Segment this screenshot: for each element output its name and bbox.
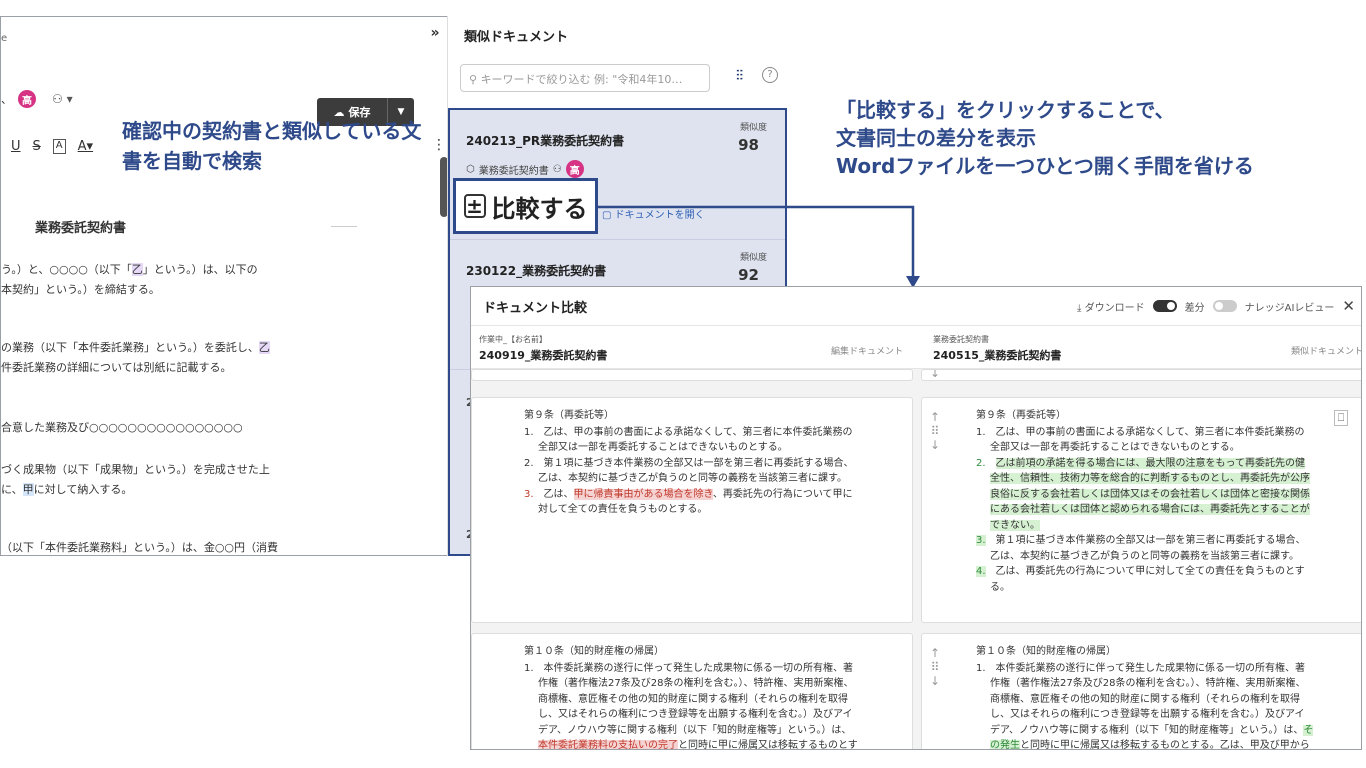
people-icon[interactable]: ⚇ ▾ [52, 92, 73, 106]
open-document-link[interactable]: ▢ ドキュメントを開く [602, 206, 705, 221]
filter-icon[interactable]: ⫶⫶ [736, 68, 743, 84]
search-placeholder: キーワードで絞り込む 例: "令和4年10… [480, 73, 683, 86]
right-doc-header: 業務委託契約書 240515_業務委託契約書 類似ドキュメント [933, 335, 1362, 362]
doc-line: 件委託業務の詳細については別紙に記載する。 [1, 361, 232, 374]
search-icon: ⚲ [469, 73, 481, 86]
compare-title: ドキュメント比較 [483, 301, 588, 316]
avatar: 高 [565, 160, 584, 178]
textbox-button[interactable]: A [52, 139, 66, 154]
avatar[interactable]: 高 [18, 90, 36, 108]
diff-label: 差分 [1184, 302, 1205, 314]
compare-header-actions: ⤓ ダウンロード 差分 ナレッジAIレビュー ✕ [1077, 297, 1355, 315]
search-input[interactable]: ⚲ キーワードで絞り込む 例: "令和4年10… [460, 64, 710, 92]
doc-line: （以下「本件委託業務料」という。）は、金○○円（消費 [1, 541, 279, 554]
similarity-label: 類似度 [739, 253, 767, 263]
doc-line: 本契約」という。）を締結する。 [1, 283, 160, 296]
doc-line: に、甲に対して納入する。 [1, 483, 133, 496]
right-pane-prev: ↓ [921, 369, 1361, 381]
left-clause-9: 第９条（再委託等） 1. 乙は、甲の事前の書面による承諾なくして、第三者に本件委… [471, 397, 913, 623]
more-options-icon[interactable]: ⋮ [432, 137, 446, 153]
editor-toolbar: 、 高 ⚇ ▾ [1, 90, 73, 108]
similarity-score: 98 [738, 136, 759, 154]
diff-toggle[interactable] [1152, 300, 1177, 312]
result-name: 240213_PR業務委託契約書 [466, 134, 625, 148]
compare-button[interactable]: ± 比較する [453, 178, 598, 234]
compare-label: 比較する [491, 194, 588, 223]
annotation-line: Wordファイルを一つひとつ開く手間を省ける [836, 154, 1254, 178]
move-arrows-icon[interactable]: ↑ ⠿ ↓ [930, 646, 940, 688]
left-pane-prev [471, 369, 913, 381]
result-name: 230122_業務委託契約書 [466, 264, 607, 278]
arrow-down-icon[interactable]: ↓ [930, 370, 940, 380]
category-icon: ⬡ [466, 163, 475, 175]
bookmark-icon[interactable]: ⎕ [1334, 410, 1348, 426]
person-icon: ⚇ [552, 163, 562, 175]
compare-column-headers: 作業中_【お名前】 240919_業務委託契約書 編集ドキュメント 業務委託契約… [471, 325, 1362, 369]
document-compare-window: ドキュメント比較 ⤓ ダウンロード 差分 ナレッジAIレビュー ✕ 作業中_【お… [470, 286, 1362, 750]
strikethrough-button[interactable]: S [33, 139, 41, 154]
similarity-label: 類似度 [739, 123, 767, 133]
annotation-left: 確認中の契約書と類似している文書を自動で検索 [122, 119, 422, 173]
collapse-panel-icon[interactable]: » [424, 25, 446, 47]
font-color-button[interactable]: A▾ [78, 139, 93, 154]
close-icon[interactable]: ✕ [1342, 297, 1355, 315]
ruler-marker [331, 207, 357, 227]
doc-line: う。）と、○○○○（以下「乙」という。）は、以下の [1, 263, 258, 276]
compare-icon: ± [463, 194, 486, 218]
download-button[interactable]: ⤓ ダウンロード [1077, 299, 1145, 314]
result-meta: ⬡ 業務委託契約書 ⚇ 高 [466, 160, 584, 178]
knowledge-ai-label: ナレッジAIレビュー [1244, 302, 1335, 314]
panel-title: 類似ドキュメント [464, 30, 569, 45]
help-icon[interactable]: ? [762, 67, 778, 83]
doc-title: 業務委託契約書 [35, 221, 127, 236]
knowledge-ai-toggle[interactable] [1212, 300, 1237, 312]
doc-line: の業務（以下「本件委託業務」という。）を委託し、乙 [1, 341, 270, 354]
similarity-score: 92 [738, 266, 759, 284]
move-arrows-icon[interactable]: ↑ ⠿ ↓ [930, 410, 940, 452]
left-clause-10: 第１０条（知的財産権の帰属） 1. 本件委託業務の遂行に伴って発生した成果物に係… [471, 633, 913, 749]
annotation-line: 文書同士の差分を表示 [836, 126, 1036, 150]
doc-line: づく成果物（以下「成果物」という。）を完成させた上 [1, 463, 270, 476]
editor-edge-text: e [1, 33, 8, 44]
underline-button[interactable]: U [11, 139, 21, 154]
left-doc-header: 作業中_【お名前】 240919_業務委託契約書 編集ドキュメント [479, 335, 903, 362]
annotation-line: 「比較する」をクリックすることで、 [836, 98, 1175, 122]
right-clause-9: ↑ ⠿ ↓ ⎕ 第９条（再委託等） 1. 乙は、甲の事前の書面による承諾なくして、第… [921, 397, 1361, 623]
right-clause-10: ↑ ⠿ ↓ 第１０条（知的財産権の帰属） 1. 本件委託業務の遂行に伴って発生した成… [921, 633, 1361, 749]
format-toolbar: U S A A▾ [11, 139, 93, 154]
compare-header: ドキュメント比較 ⤓ ダウンロード 差分 ナレッジAIレビュー ✕ [471, 287, 1361, 325]
doc-line: 合意した業務及び○○○○○○○○○○○○○○○○ [1, 421, 243, 434]
annotation-right: 「比較する」をクリックすることで、 文書同士の差分を表示 Wordファイルを一つ… [836, 96, 1361, 180]
